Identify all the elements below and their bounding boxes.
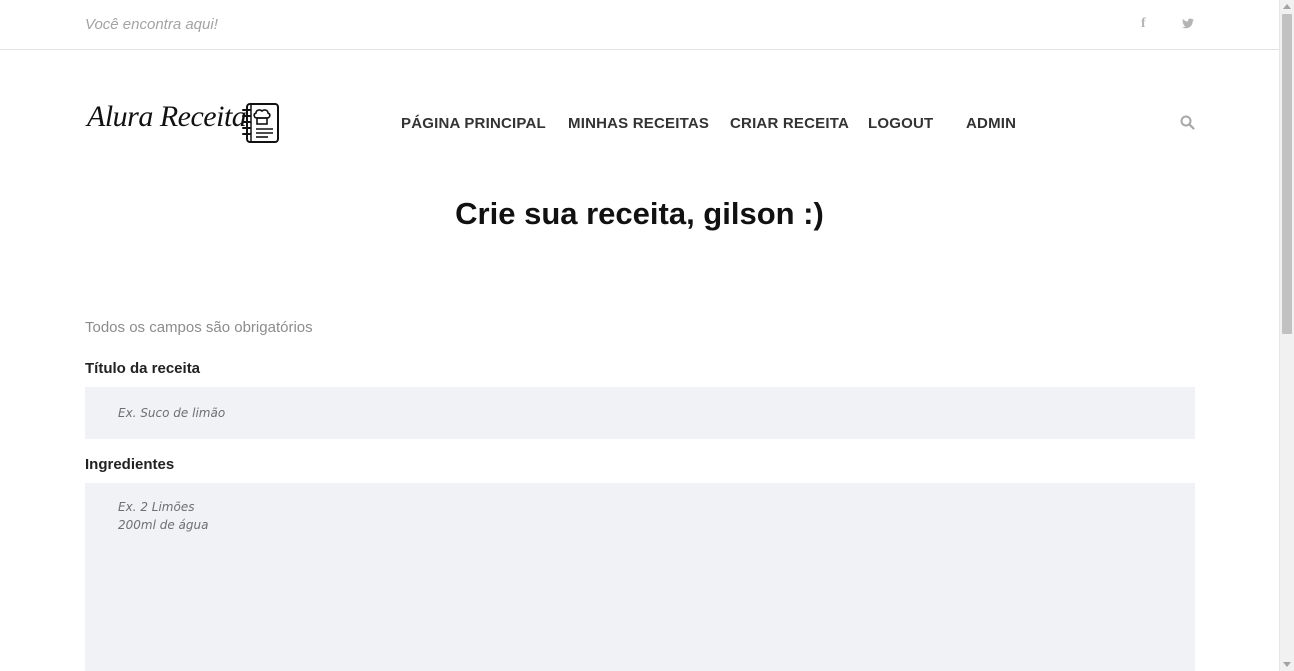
required-fields-hint: Todos os campos são obrigatórios [85,319,313,336]
recipe-book-icon [242,103,279,143]
scroll-up-arrow-icon[interactable] [1283,4,1291,9]
scroll-down-arrow-icon[interactable] [1283,662,1291,667]
recipe-title-input[interactable] [85,387,1195,439]
ingredients-textarea[interactable] [85,483,1195,671]
top-bar: Você encontra aqui! f [0,0,1279,50]
nav-item-criar-receita[interactable]: CRIAR RECEITA [730,115,849,132]
scroll-thumb[interactable] [1282,14,1292,334]
page-title: Crie sua receita, gilson :) [455,196,824,231]
logo-text: Alura Receita [87,100,247,133]
page-scrollbar[interactable] [1279,0,1294,671]
twitter-icon[interactable] [1182,16,1194,29]
recipe-title-label: Título da receita [85,360,201,377]
nav-item-minhas-receitas[interactable]: MINHAS RECEITAS [568,115,709,132]
nav-item-logout[interactable]: LOGOUT [868,115,933,132]
ingredients-label: Ingredientes [85,456,175,473]
search-icon[interactable] [1180,115,1195,135]
tagline: Você encontra aqui! [85,16,218,33]
page: Você encontra aqui! f Alura Receita PÁGI… [0,0,1279,671]
site-logo[interactable]: Alura Receita [87,98,287,148]
facebook-icon[interactable]: f [1141,16,1146,32]
nav-item-pagina-principal[interactable]: PÁGINA PRINCIPAL [401,115,546,132]
nav-item-admin[interactable]: ADMIN [966,115,1016,132]
